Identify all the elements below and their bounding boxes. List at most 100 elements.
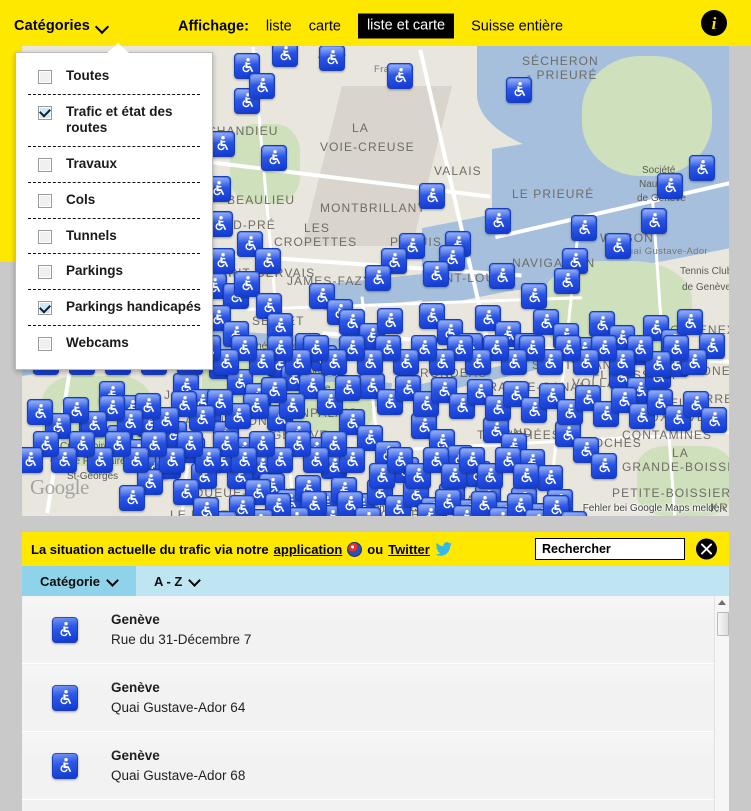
- checkbox-unchecked[interactable]: [38, 229, 52, 244]
- dropdown-pointer-arrow: [107, 43, 129, 53]
- checkbox-unchecked[interactable]: [38, 265, 52, 280]
- map-marker-wheelchair-parking[interactable]: [605, 233, 631, 259]
- close-icon[interactable]: [696, 538, 717, 560]
- checkbox-checked[interactable]: [38, 105, 52, 120]
- map-marker-wheelchair-parking[interactable]: [27, 399, 53, 425]
- view-option-carte[interactable]: carte: [309, 18, 341, 34]
- map-marker-wheelchair-parking[interactable]: [22, 447, 43, 473]
- map-marker-wheelchair-parking[interactable]: [591, 453, 617, 479]
- view-option-liste[interactable]: liste: [266, 18, 292, 34]
- map-marker-wheelchair-parking[interactable]: [521, 283, 547, 309]
- map-marker-wheelchair-parking[interactable]: [554, 268, 580, 294]
- result-list-item[interactable]: GenèveRue du 31-Décembre 7: [22, 596, 729, 664]
- dropdown-item-label: Cols: [66, 191, 96, 207]
- map-label: BEAULIEU: [227, 193, 296, 207]
- filter-tab-cat-gorie[interactable]: Catégorie: [22, 566, 136, 596]
- map-marker-wheelchair-parking[interactable]: [261, 145, 287, 171]
- result-item-address: Quai Gustave-Ador 68: [111, 767, 246, 783]
- categories-label: Catégories: [14, 18, 90, 34]
- twitter-bird-icon[interactable]: [434, 542, 452, 556]
- dropdown-item-parkings[interactable]: Parkings: [16, 254, 212, 289]
- results-list-panel[interactable]: GenèveRue du 31-Décembre 7GenèveQuai Gus…: [22, 596, 729, 811]
- dropdown-item-tunnels[interactable]: Tunnels: [16, 219, 212, 254]
- map-label: SÉCHERON: [522, 54, 599, 68]
- top-header-bar: Catégories Affichage: liste carte liste …: [0, 0, 751, 46]
- map-label: LE PRIEURÉ: [512, 187, 595, 201]
- map-marker-wheelchair-parking[interactable]: [255, 248, 281, 274]
- map-marker-wheelchair-parking[interactable]: [319, 46, 345, 71]
- dropdown-item-cols[interactable]: Cols: [16, 183, 212, 218]
- map-label: CROPETTES: [274, 235, 358, 249]
- map-marker-wheelchair-parking[interactable]: [423, 261, 449, 287]
- dropdown-item-label: Webcams: [66, 334, 129, 350]
- info-text-middle: ou: [367, 541, 384, 557]
- checkbox-checked[interactable]: [38, 301, 52, 316]
- map-marker-wheelchair-parking[interactable]: [537, 465, 563, 491]
- dropdown-item-travaux[interactable]: Travaux: [16, 147, 212, 182]
- application-link[interactable]: application: [274, 542, 343, 557]
- close-x-glyph: [701, 543, 712, 555]
- map-marker-wheelchair-parking[interactable]: [489, 263, 515, 289]
- affichage-label: Affichage:: [178, 18, 249, 34]
- map-marker-wheelchair-parking[interactable]: [641, 208, 667, 234]
- map-label: de Genève: [682, 282, 729, 293]
- result-list-item[interactable]: GenèveQuai Gustave-Ador 68: [22, 732, 729, 800]
- map-label: - PRIEURÉ: [527, 68, 598, 82]
- scroll-up-arrow-icon[interactable]: [718, 600, 726, 605]
- map-marker-wheelchair-parking[interactable]: [249, 73, 275, 99]
- search-box[interactable]: [535, 538, 685, 560]
- chevron-down-icon: [190, 576, 200, 586]
- map-marker-wheelchair-parking[interactable]: [506, 77, 532, 103]
- results-scrollbar[interactable]: [714, 596, 729, 811]
- search-input[interactable]: [542, 542, 678, 556]
- map-report-link[interactable]: Fehler bei Google Maps melden: [583, 503, 725, 514]
- map-label: GRANDE-BOISSIERE: [622, 460, 729, 474]
- checkbox-unchecked[interactable]: [38, 193, 52, 208]
- map-marker-wheelchair-parking[interactable]: [377, 308, 403, 334]
- dropdown-item-webcams[interactable]: Webcams: [16, 326, 212, 361]
- map-marker-wheelchair-parking[interactable]: [387, 63, 413, 89]
- map-marker-wheelchair-parking[interactable]: [689, 155, 715, 181]
- list-filter-bar: Catégorie A - Z: [22, 566, 729, 596]
- traffic-info-bar: La situation actuelle du trafic via notr…: [22, 532, 729, 566]
- info-glyph: i: [711, 13, 717, 33]
- info-text-before: La situation actuelle du trafic via notr…: [31, 541, 269, 557]
- view-option-suisse-entiere[interactable]: Suisse entière: [471, 18, 563, 34]
- map-label: Quai Gustave-Ador: [620, 246, 709, 257]
- dropdown-item-trafic-et-tat-des-routes[interactable]: Trafic et état des routes: [16, 95, 212, 146]
- map-label: VALAIS: [434, 164, 482, 178]
- info-icon[interactable]: i: [701, 10, 727, 36]
- map-marker-wheelchair-parking[interactable]: [485, 208, 511, 234]
- dropdown-item-toutes[interactable]: Toutes: [16, 59, 212, 94]
- result-list-item[interactable]: GenèveQuai Gustave-Ador 64: [22, 664, 729, 732]
- map-marker-wheelchair-parking[interactable]: [365, 265, 391, 291]
- map-marker-wheelchair-parking[interactable]: [119, 485, 145, 511]
- view-option-liste-et-carte[interactable]: liste et carte: [357, 13, 455, 39]
- map-marker-wheelchair-parking[interactable]: [677, 309, 703, 335]
- app-badge-icon: [347, 541, 363, 557]
- checkbox-unchecked[interactable]: [38, 158, 52, 173]
- map-marker-wheelchair-parking[interactable]: [193, 497, 219, 516]
- map-marker-wheelchair-parking[interactable]: [419, 183, 445, 209]
- dropdown-item-label: Tunnels: [66, 227, 117, 243]
- map-marker-wheelchair-parking[interactable]: [355, 507, 381, 516]
- checkbox-unchecked[interactable]: [38, 70, 52, 84]
- checkbox-unchecked[interactable]: [38, 336, 52, 351]
- map-marker-wheelchair-parking[interactable]: [561, 511, 587, 516]
- map-label: Tennis Club: [680, 266, 729, 277]
- categories-dropdown-button[interactable]: Catégories: [14, 18, 108, 34]
- map-marker-wheelchair-parking[interactable]: [571, 215, 597, 241]
- scrollbar-thumb[interactable]: [717, 612, 729, 636]
- map-label: GRANGE-CANAL: [478, 380, 588, 394]
- twitter-link[interactable]: Twitter: [388, 542, 430, 557]
- map-marker-wheelchair-parking[interactable]: [701, 407, 727, 433]
- map-marker-wheelchair-parking[interactable]: [335, 375, 361, 401]
- map-marker-wheelchair-parking[interactable]: [513, 463, 539, 489]
- result-item-address: Quai Gustave-Ador 64: [111, 699, 246, 715]
- chevron-down-icon: [108, 576, 118, 586]
- filter-tab-a-z[interactable]: A - Z: [136, 566, 218, 596]
- map-marker-wheelchair-parking[interactable]: [272, 46, 298, 67]
- map-marker-wheelchair-parking[interactable]: [234, 271, 260, 297]
- dropdown-item-parkings-handicap-s[interactable]: Parkings handicapés: [16, 290, 212, 325]
- map-marker-wheelchair-parking[interactable]: [657, 173, 683, 199]
